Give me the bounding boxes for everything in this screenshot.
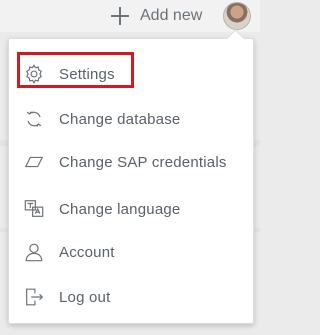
menu-item-label: Change database bbox=[59, 110, 181, 128]
gear-icon bbox=[21, 61, 47, 87]
menu-item-change-sap-credentials[interactable]: Change SAP credentials bbox=[21, 146, 227, 178]
menu-item-label: Settings bbox=[59, 65, 115, 83]
menu-item-label: Change language bbox=[59, 200, 181, 218]
plus-icon bbox=[110, 6, 130, 26]
menu-item-label: Log out bbox=[59, 288, 111, 306]
menu-item-change-database[interactable]: Change database bbox=[21, 103, 180, 135]
user-icon bbox=[21, 239, 47, 265]
menu-item-settings[interactable]: Settings bbox=[21, 58, 115, 90]
menu-item-label: Change SAP credentials bbox=[59, 153, 227, 171]
translate-icon bbox=[21, 196, 47, 222]
menu-item-account[interactable]: Account bbox=[21, 236, 115, 268]
user-avatar[interactable] bbox=[223, 2, 251, 30]
menu-item-label: Account bbox=[59, 243, 115, 261]
add-new-label: Add new bbox=[140, 7, 203, 24]
add-new-button[interactable]: Add new bbox=[110, 6, 202, 26]
menu-item-change-language[interactable]: Change language bbox=[21, 193, 180, 225]
parallelogram-icon bbox=[21, 149, 47, 175]
user-dropdown-menu: Settings Change database Change SAP cred… bbox=[8, 38, 254, 324]
logout-icon bbox=[21, 284, 47, 310]
menu-item-log-out[interactable]: Log out bbox=[21, 281, 110, 313]
top-bar: Add new bbox=[0, 0, 260, 32]
refresh-icon bbox=[21, 106, 47, 132]
